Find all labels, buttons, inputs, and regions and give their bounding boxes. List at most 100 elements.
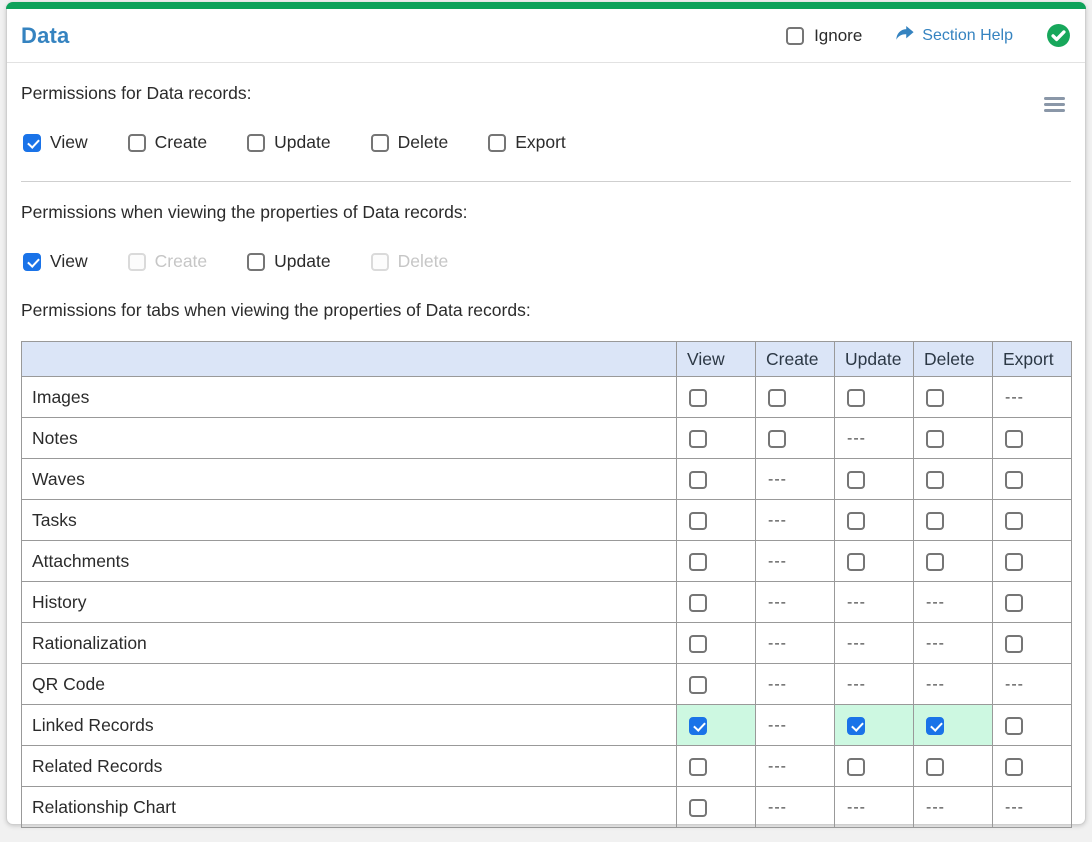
permission-cell-delete[interactable] xyxy=(914,746,993,787)
permission-cell-export[interactable] xyxy=(993,459,1072,500)
permission-cell-create: --- xyxy=(756,746,835,787)
table-update-checkbox[interactable] xyxy=(847,553,865,571)
table-delete-checkbox[interactable] xyxy=(926,471,944,489)
tab-name-cell: Tasks xyxy=(22,500,677,541)
permission-cell-view[interactable] xyxy=(677,377,756,418)
table-update-checkbox[interactable] xyxy=(847,389,865,407)
table-view-checkbox[interactable] xyxy=(689,758,707,776)
permission-cell-view[interactable] xyxy=(677,705,756,746)
permission-cell-update[interactable] xyxy=(835,541,914,582)
permission-cell-delete[interactable] xyxy=(914,541,993,582)
table-view-checkbox[interactable] xyxy=(689,594,707,612)
table-view-checkbox[interactable] xyxy=(689,799,707,817)
properties-permissions-row: ViewCreateUpdateDelete xyxy=(23,251,1071,272)
permission-option-update[interactable]: Update xyxy=(247,132,330,153)
table-view-checkbox[interactable] xyxy=(689,471,707,489)
permission-option-view[interactable]: View xyxy=(23,132,88,153)
checkbox-label: Update xyxy=(274,132,330,153)
table-view-checkbox[interactable] xyxy=(689,676,707,694)
permission-cell-update[interactable] xyxy=(835,746,914,787)
table-export-checkbox[interactable] xyxy=(1005,512,1023,530)
table-export-checkbox[interactable] xyxy=(1005,717,1023,735)
permission-option-delete[interactable]: Delete xyxy=(371,132,449,153)
table-export-checkbox[interactable] xyxy=(1005,758,1023,776)
permission-cell-update[interactable] xyxy=(835,705,914,746)
permission-cell-export[interactable] xyxy=(993,746,1072,787)
permission-option-create[interactable]: Create xyxy=(128,132,208,153)
table-view-checkbox[interactable] xyxy=(689,512,707,530)
permission-cell-view[interactable] xyxy=(677,746,756,787)
table-export-checkbox[interactable] xyxy=(1005,471,1023,489)
section-help-link[interactable]: Section Help xyxy=(895,24,1013,47)
permission-cell-export[interactable] xyxy=(993,623,1072,664)
table-delete-checkbox[interactable] xyxy=(926,430,944,448)
table-view-checkbox[interactable] xyxy=(689,389,707,407)
permission-cell-create[interactable] xyxy=(756,418,835,459)
ignore-control[interactable]: Ignore xyxy=(786,26,862,46)
permission-cell-view[interactable] xyxy=(677,582,756,623)
checkbox-label: Update xyxy=(274,251,330,272)
table-update-checkbox[interactable] xyxy=(847,758,865,776)
permission-cell-view[interactable] xyxy=(677,500,756,541)
table-export-checkbox[interactable] xyxy=(1005,553,1023,571)
not-applicable-marker: --- xyxy=(1005,799,1024,816)
view-checkbox[interactable] xyxy=(23,253,41,271)
permission-cell-delete[interactable] xyxy=(914,459,993,500)
permission-cell-view[interactable] xyxy=(677,664,756,705)
checkbox-label: Create xyxy=(155,251,208,272)
table-view-checkbox[interactable] xyxy=(689,553,707,571)
permission-cell-create[interactable] xyxy=(756,377,835,418)
permission-cell-update[interactable] xyxy=(835,377,914,418)
ignore-checkbox[interactable] xyxy=(786,27,804,45)
permission-cell-delete[interactable] xyxy=(914,418,993,459)
permission-option-update[interactable]: Update xyxy=(247,251,330,272)
permission-cell-update[interactable] xyxy=(835,459,914,500)
table-export-checkbox[interactable] xyxy=(1005,430,1023,448)
permission-cell-export[interactable] xyxy=(993,705,1072,746)
table-view-checkbox[interactable] xyxy=(689,430,707,448)
hamburger-menu-icon[interactable] xyxy=(1044,97,1065,112)
permission-cell-delete: --- xyxy=(914,582,993,623)
permission-cell-export[interactable] xyxy=(993,418,1072,459)
table-delete-checkbox[interactable] xyxy=(926,512,944,530)
tab-name-cell: Related Records xyxy=(22,746,677,787)
permission-cell-update[interactable] xyxy=(835,500,914,541)
permission-cell-view[interactable] xyxy=(677,541,756,582)
permission-cell-export[interactable] xyxy=(993,541,1072,582)
not-applicable-marker: --- xyxy=(847,635,866,652)
update-checkbox[interactable] xyxy=(247,134,265,152)
record-permissions-label: Permissions for Data records: xyxy=(21,83,1071,104)
table-delete-checkbox[interactable] xyxy=(926,553,944,571)
delete-checkbox[interactable] xyxy=(371,134,389,152)
permission-cell-view[interactable] xyxy=(677,787,756,828)
table-export-checkbox[interactable] xyxy=(1005,635,1023,653)
export-checkbox[interactable] xyxy=(488,134,506,152)
permission-option-view[interactable]: View xyxy=(23,251,88,272)
table-delete-checkbox[interactable] xyxy=(926,758,944,776)
tab-name-cell: Notes xyxy=(22,418,677,459)
table-update-checkbox[interactable] xyxy=(847,512,865,530)
table-update-checkbox[interactable] xyxy=(847,471,865,489)
permission-cell-delete[interactable] xyxy=(914,377,993,418)
permission-cell-delete[interactable] xyxy=(914,500,993,541)
permission-cell-export[interactable] xyxy=(993,500,1072,541)
view-checkbox[interactable] xyxy=(23,134,41,152)
permission-cell-view[interactable] xyxy=(677,418,756,459)
permission-option-export[interactable]: Export xyxy=(488,132,566,153)
table-create-checkbox[interactable] xyxy=(768,389,786,407)
column-header-delete: Delete xyxy=(914,342,993,377)
create-checkbox[interactable] xyxy=(128,134,146,152)
table-view-checkbox[interactable] xyxy=(689,635,707,653)
table-delete-checkbox[interactable] xyxy=(926,389,944,407)
permission-cell-delete[interactable] xyxy=(914,705,993,746)
table-delete-checkbox[interactable] xyxy=(926,717,944,735)
not-applicable-marker: --- xyxy=(926,676,945,693)
table-create-checkbox[interactable] xyxy=(768,430,786,448)
table-update-checkbox[interactable] xyxy=(847,717,865,735)
update-checkbox[interactable] xyxy=(247,253,265,271)
table-view-checkbox[interactable] xyxy=(689,717,707,735)
permission-cell-view[interactable] xyxy=(677,623,756,664)
permission-cell-export[interactable] xyxy=(993,582,1072,623)
table-export-checkbox[interactable] xyxy=(1005,594,1023,612)
permission-cell-view[interactable] xyxy=(677,459,756,500)
